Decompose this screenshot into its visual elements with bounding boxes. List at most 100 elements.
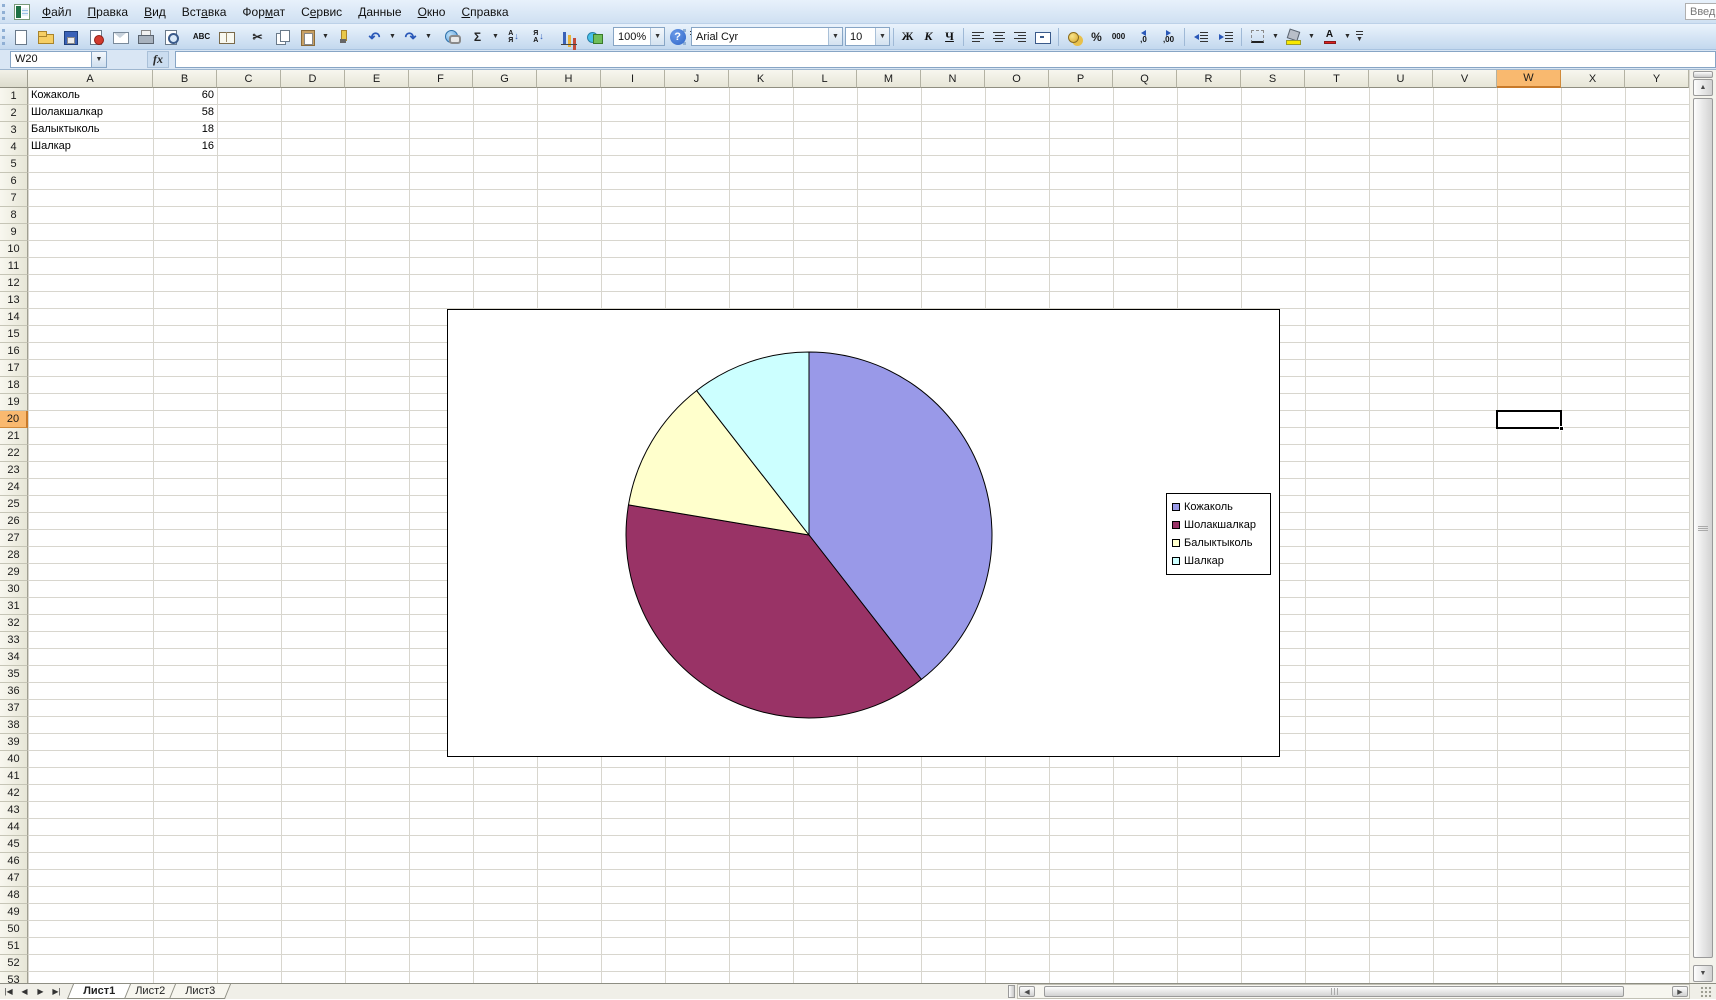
row-header-3[interactable]: 3 — [0, 122, 28, 139]
row-header-40[interactable]: 40 — [0, 751, 28, 768]
cell-A2[interactable]: Шолакшалкар — [31, 106, 103, 118]
horizontal-scrollbar[interactable]: ◀ ▶ — [1017, 984, 1690, 999]
column-header-E[interactable]: E — [345, 70, 409, 88]
increase-indent-button[interactable] — [1214, 26, 1238, 48]
open-button[interactable] — [34, 26, 58, 48]
sheet-row-10[interactable] — [28, 241, 1689, 258]
menu-edit[interactable]: Правка — [80, 2, 137, 22]
column-header-G[interactable]: G — [473, 70, 537, 88]
undo-button[interactable]: ↶ — [363, 26, 387, 48]
row-header-39[interactable]: 39 — [0, 734, 28, 751]
menu-help[interactable]: Справка — [453, 2, 516, 22]
first-sheet-button[interactable]: |◀ — [1, 985, 16, 999]
paste-button[interactable] — [296, 26, 320, 48]
row-header-12[interactable]: 12 — [0, 275, 28, 292]
autosum-button[interactable]: Σ — [466, 26, 490, 48]
tab-split-handle[interactable] — [1008, 985, 1015, 998]
vertical-scroll-thumb[interactable] — [1693, 98, 1713, 958]
column-header-X[interactable]: X — [1561, 70, 1625, 88]
row-header-43[interactable]: 43 — [0, 802, 28, 819]
sheet-tab-Лист3[interactable]: Лист3 — [169, 983, 232, 999]
drawing-button[interactable] — [583, 26, 607, 48]
window-resize-grip[interactable] — [1700, 986, 1712, 997]
column-header-L[interactable]: L — [793, 70, 857, 88]
previous-sheet-button[interactable]: ◀ — [17, 985, 32, 999]
insert-function-button[interactable]: fx — [147, 51, 169, 68]
next-sheet-button[interactable]: ▶ — [33, 985, 48, 999]
horizontal-scroll-thumb[interactable] — [1044, 986, 1624, 997]
row-header-46[interactable]: 46 — [0, 853, 28, 870]
borders-dropdown[interactable]: ▼ — [1270, 26, 1281, 48]
fill-color-button[interactable] — [1282, 26, 1306, 48]
spelling-button[interactable]: ABC — [190, 26, 214, 48]
sheet-row-51[interactable] — [28, 938, 1689, 955]
cell-A4[interactable]: Шалкар — [31, 140, 71, 152]
column-header-S[interactable]: S — [1241, 70, 1305, 88]
sheet-row-3[interactable]: Балыктыколь 18 — [28, 122, 1689, 139]
row-header-27[interactable]: 27 — [0, 530, 28, 547]
sheet-row-9[interactable] — [28, 224, 1689, 241]
sheet-row-11[interactable] — [28, 258, 1689, 275]
pie-chart[interactable] — [448, 310, 1281, 758]
column-header-T[interactable]: T — [1305, 70, 1369, 88]
ask-question-box[interactable]: Введ — [1685, 3, 1716, 20]
select-all-corner[interactable] — [0, 70, 28, 88]
paste-dropdown[interactable]: ▼ — [320, 26, 331, 48]
row-header-50[interactable]: 50 — [0, 921, 28, 938]
sheet-row-41[interactable] — [28, 768, 1689, 785]
sheet-row-44[interactable] — [28, 819, 1689, 836]
sheet-row-53[interactable] — [28, 972, 1689, 983]
borders-button[interactable] — [1246, 26, 1270, 48]
permission-button[interactable] — [84, 26, 108, 48]
row-header-31[interactable]: 31 — [0, 598, 28, 615]
scroll-left-button[interactable]: ◀ — [1019, 986, 1035, 997]
row-header-19[interactable]: 19 — [0, 394, 28, 411]
sheet-row-4[interactable]: Шалкар 16 — [28, 139, 1689, 156]
row-header-28[interactable]: 28 — [0, 547, 28, 564]
column-header-A[interactable]: A — [28, 70, 153, 88]
row-header-8[interactable]: 8 — [0, 207, 28, 224]
sheet-row-43[interactable] — [28, 802, 1689, 819]
menu-format[interactable]: Формат — [234, 2, 293, 22]
column-header-U[interactable]: U — [1369, 70, 1433, 88]
column-header-I[interactable]: I — [601, 70, 665, 88]
font-size-dropdown[interactable]: ▼ — [875, 28, 889, 45]
row-header-18[interactable]: 18 — [0, 377, 28, 394]
cell-B1[interactable]: 60 — [153, 89, 214, 101]
column-header-O[interactable]: O — [985, 70, 1049, 88]
sheet-row-48[interactable] — [28, 887, 1689, 904]
row-header-44[interactable]: 44 — [0, 819, 28, 836]
row-header-34[interactable]: 34 — [0, 649, 28, 666]
row-header-15[interactable]: 15 — [0, 326, 28, 343]
row-header-21[interactable]: 21 — [0, 428, 28, 445]
sheet-row-45[interactable] — [28, 836, 1689, 853]
row-header-30[interactable]: 30 — [0, 581, 28, 598]
row-header-20[interactable]: 20 — [0, 411, 28, 428]
column-header-D[interactable]: D — [281, 70, 345, 88]
row-header-41[interactable]: 41 — [0, 768, 28, 785]
column-header-F[interactable]: F — [409, 70, 473, 88]
increase-decimal-button[interactable]: ,0 — [1132, 26, 1156, 48]
sheet-row-12[interactable] — [28, 275, 1689, 292]
email-button[interactable] — [109, 26, 133, 48]
row-header-17[interactable]: 17 — [0, 360, 28, 377]
row-header-24[interactable]: 24 — [0, 479, 28, 496]
chart-wizard-button[interactable] — [558, 26, 582, 48]
hyperlink-button[interactable] — [441, 26, 465, 48]
sheet-tab-Лист1[interactable]: Лист1 — [66, 983, 132, 999]
cell-A1[interactable]: Кожаколь — [31, 89, 80, 101]
toolbar-grip[interactable] — [2, 3, 7, 20]
column-header-M[interactable]: M — [857, 70, 921, 88]
zoom-dropdown[interactable]: ▼ — [650, 28, 665, 45]
sheet-row-2[interactable]: Шолакшалкар 58 — [28, 105, 1689, 122]
menu-window[interactable]: Окно — [410, 2, 454, 22]
row-header-6[interactable]: 6 — [0, 173, 28, 190]
align-center-button[interactable] — [989, 26, 1009, 48]
row-header-5[interactable]: 5 — [0, 156, 28, 173]
row-header-26[interactable]: 26 — [0, 513, 28, 530]
row-header-51[interactable]: 51 — [0, 938, 28, 955]
menu-data[interactable]: Данные — [350, 2, 409, 22]
percent-style-button[interactable]: % — [1088, 26, 1106, 48]
row-header-4[interactable]: 4 — [0, 139, 28, 156]
name-box-dropdown[interactable]: ▼ — [92, 51, 107, 68]
